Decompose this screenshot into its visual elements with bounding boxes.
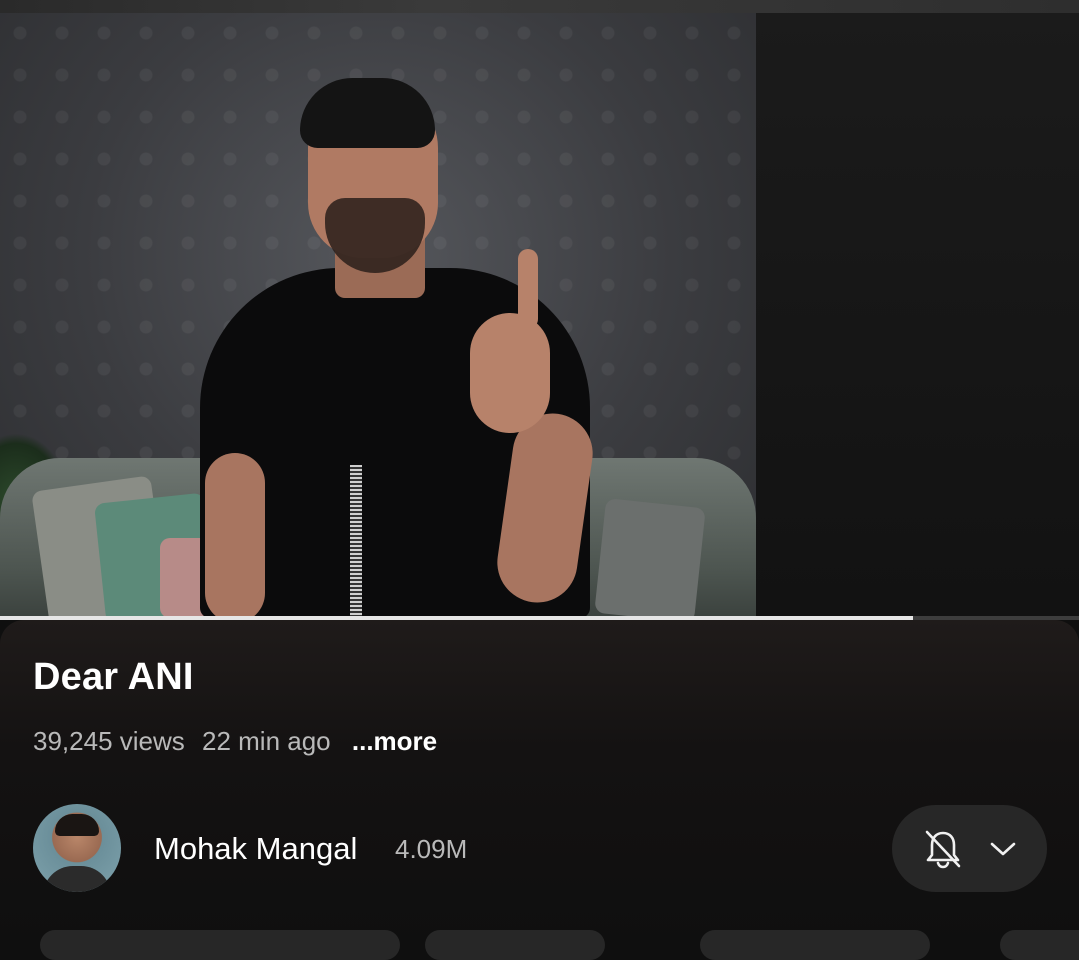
action-chip[interactable] bbox=[700, 930, 930, 960]
bell-off-icon bbox=[923, 828, 963, 870]
action-chip[interactable] bbox=[1000, 930, 1079, 960]
player-side-area bbox=[756, 13, 1079, 618]
avatar-shirt bbox=[43, 866, 111, 892]
video-frame[interactable] bbox=[0, 13, 756, 618]
subscriber-count: 4.09M bbox=[395, 834, 468, 864]
video-person-left-arm bbox=[205, 453, 265, 618]
action-chips-row bbox=[0, 930, 1079, 960]
subscribed-notifications-button[interactable] bbox=[892, 805, 1047, 892]
video-title[interactable]: Dear ANI bbox=[33, 656, 194, 699]
channel-row: Mohak Mangal 4.09M bbox=[33, 804, 1053, 894]
action-chip[interactable] bbox=[425, 930, 605, 960]
channel-name[interactable]: Mohak Mangal bbox=[154, 831, 357, 867]
video-player[interactable] bbox=[0, 13, 1079, 618]
action-chip[interactable] bbox=[40, 930, 400, 960]
video-cushion bbox=[594, 498, 706, 618]
channel-avatar[interactable] bbox=[33, 804, 121, 892]
top-status-strip bbox=[0, 0, 1079, 13]
chevron-down-icon bbox=[989, 840, 1017, 858]
video-person-finger bbox=[518, 249, 538, 329]
video-microphone bbox=[350, 465, 362, 618]
avatar-hair bbox=[55, 814, 99, 836]
video-meta[interactable]: 39,245 views 22 min ago ...more bbox=[33, 726, 447, 757]
view-count: 39,245 views bbox=[33, 726, 185, 756]
upload-time: 22 min ago bbox=[202, 726, 331, 756]
video-person-hand bbox=[470, 313, 550, 433]
more-description-link[interactable]: ...more bbox=[352, 726, 437, 756]
video-person-hair bbox=[300, 78, 435, 148]
